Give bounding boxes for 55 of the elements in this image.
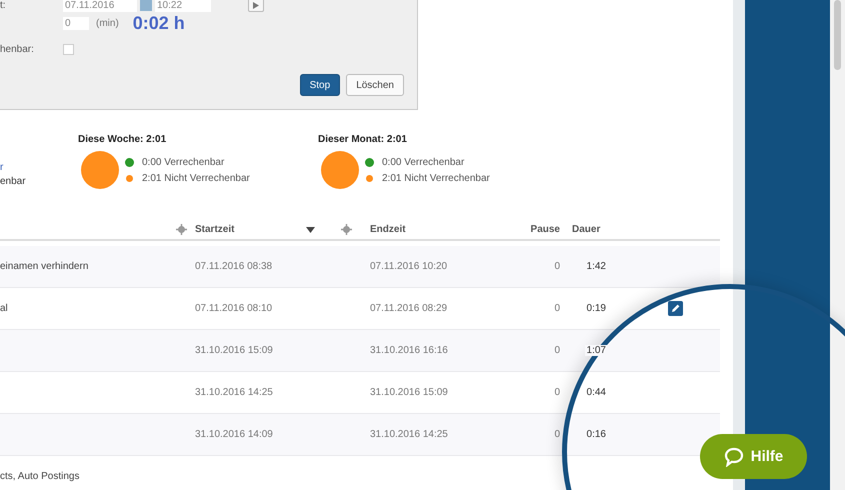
pie-chart-icon <box>321 151 359 189</box>
pause-field[interactable]: 0 <box>63 16 89 30</box>
delete-button[interactable]: Löschen <box>346 74 404 96</box>
edit-icon[interactable] <box>668 301 682 316</box>
table-cell: 31.10.2016 16:16 <box>370 345 448 356</box>
sort-caret-icon[interactable] <box>306 226 315 232</box>
table-cell: 07.11.2016 08:38 <box>195 261 272 272</box>
table-cell: 1:07 <box>584 345 608 356</box>
table-cell: 07.11.2016 10:20 <box>370 261 448 272</box>
legend-label: 0:00 Verrechenbar <box>142 156 224 168</box>
summary-text: enbar <box>0 176 27 187</box>
field-label: t: <box>0 0 7 10</box>
table-cell: 0 <box>554 387 560 398</box>
stop-button[interactable]: Stop <box>300 74 340 96</box>
table-cell: 31.10.2016 14:25 <box>370 429 448 440</box>
table-cell: 0 <box>554 303 560 314</box>
legend-label: 2:01 Nicht Verrechenbar <box>142 172 250 184</box>
chat-bubble-icon <box>724 446 744 466</box>
table-cell: 31.10.2016 14:25 <box>195 387 273 398</box>
field-label: henbar: <box>0 44 35 54</box>
checkbox[interactable] <box>63 44 74 54</box>
move-icon[interactable] <box>340 224 352 235</box>
unit-label: (min) <box>96 18 119 28</box>
summary-title: Diese Woche: 2:01 <box>78 134 168 145</box>
scrollbar-thumb[interactable] <box>834 0 841 70</box>
table-cell: 07.11.2016 08:10 <box>195 303 272 314</box>
column-header[interactable]: Pause <box>530 224 560 235</box>
legend-label: 2:01 Nicht Verrechenbar <box>382 172 490 184</box>
pie-chart-icon <box>81 151 119 189</box>
table-cell: 0:44 <box>584 387 608 398</box>
table-cell: 31.10.2016 15:09 <box>370 387 448 398</box>
table-cell: 0:19 <box>584 303 608 314</box>
time-field[interactable]: 10:22 <box>155 0 211 12</box>
triangle-icon <box>253 2 259 8</box>
summary-link[interactable]: r <box>0 162 78 173</box>
move-icon[interactable] <box>176 224 187 235</box>
table-cell: einamen verhindern <box>0 261 88 272</box>
table-cell: cts, Auto Postings <box>0 471 80 482</box>
table-cell: 0 <box>554 261 560 272</box>
table-cell: 07.11.2016 08:29 <box>370 303 448 314</box>
column-header[interactable]: Startzeit <box>195 224 234 235</box>
date-field[interactable]: 07.11.2016 <box>63 0 137 12</box>
table-cell: 31.10.2016 14:09 <box>195 429 273 440</box>
arrow-button[interactable] <box>248 0 264 12</box>
column-header[interactable]: Dauer <box>572 224 600 235</box>
table-cell: 31.10.2016 15:09 <box>195 345 273 356</box>
table-cell: 0:16 <box>584 429 608 440</box>
total-duration: 0:02 h <box>132 12 185 34</box>
table-cell: 1:42 <box>584 261 608 272</box>
table-cell: 0 <box>554 345 560 356</box>
column-header[interactable]: Endzeit <box>370 224 406 235</box>
table-cell: 0 <box>554 429 560 440</box>
legend-label: 0:00 Verrechenbar <box>382 156 464 168</box>
summary-title: Dieser Monat: 2:01 <box>318 134 408 145</box>
table-cell: al <box>0 303 8 314</box>
